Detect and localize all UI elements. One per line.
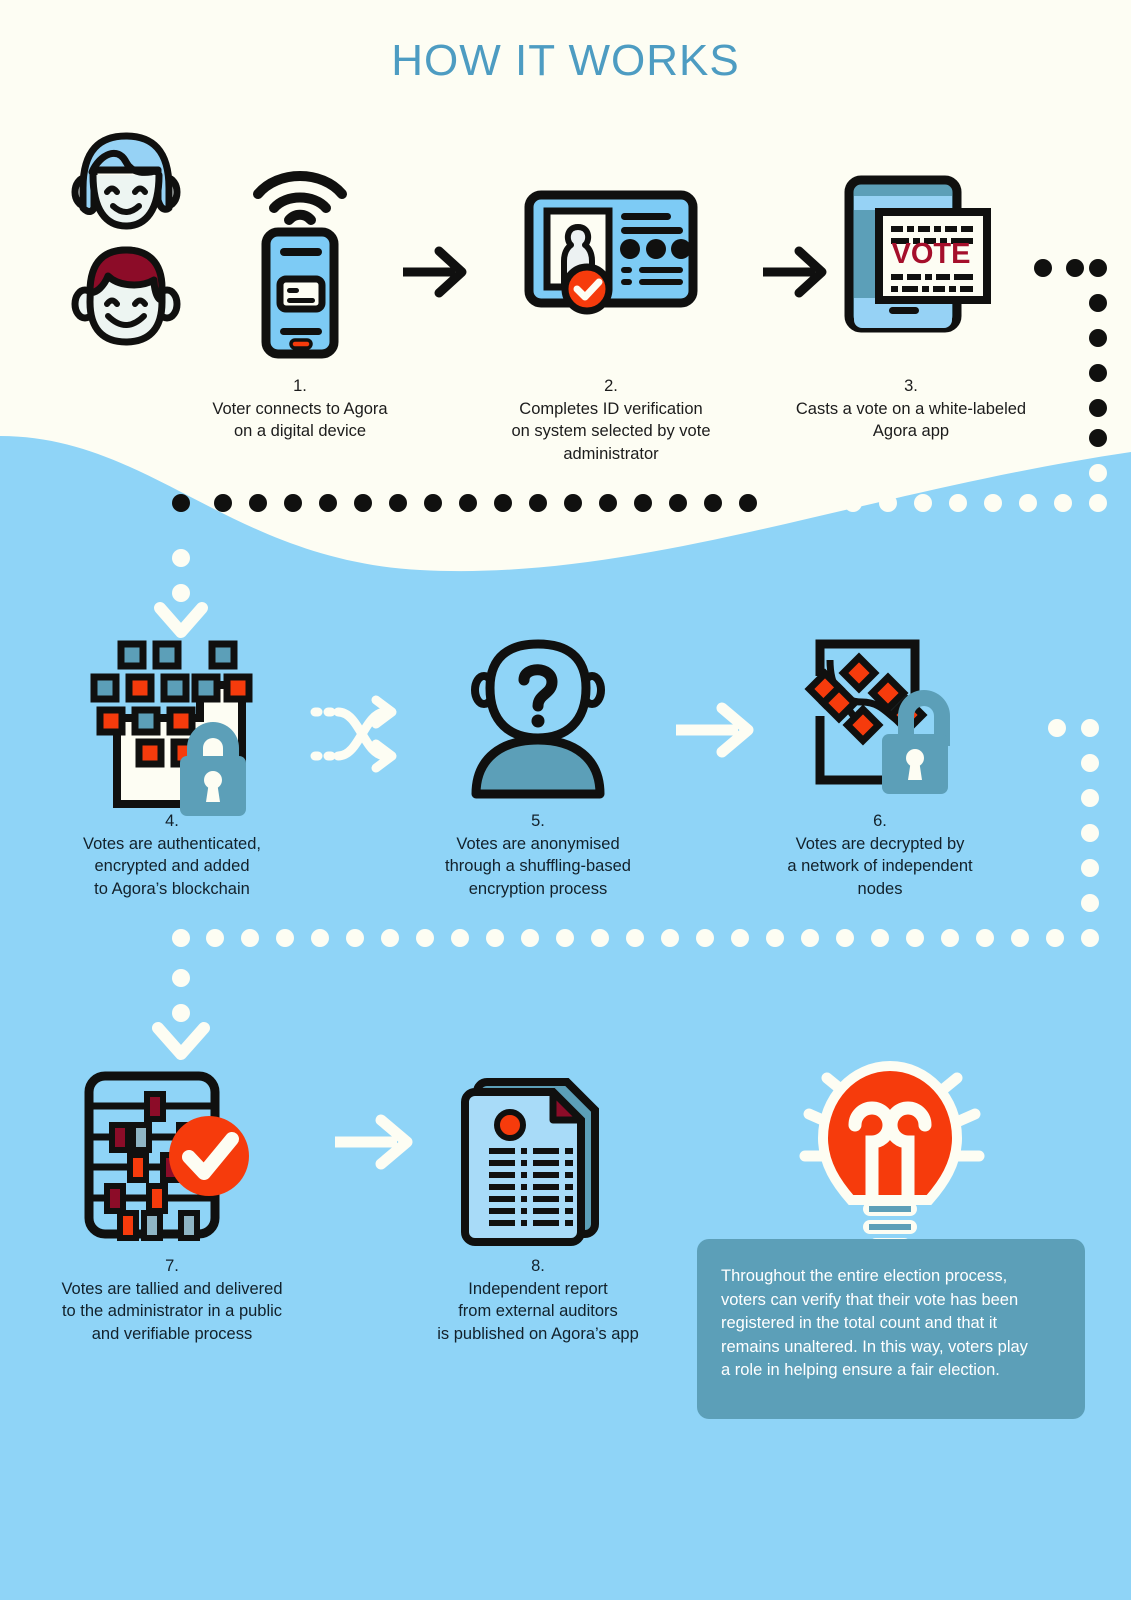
callout-line-5: a role in helping ensure a fair election… — [721, 1361, 1000, 1379]
step-7-number: 7. — [165, 1257, 179, 1275]
step-7-line-2: to the administrator in a public — [61, 1302, 283, 1320]
audit-report-icon — [461, 1077, 599, 1246]
lightbulb-icon — [799, 1060, 985, 1252]
step-7-line-1: Votes are tallied and delivered — [61, 1279, 283, 1298]
step-8-icon — [420, 1055, 656, 1255]
step-7-line-3: and verifiable process — [91, 1324, 253, 1343]
callout-line-2: voters can verify that their vote has be… — [721, 1290, 1019, 1309]
callout-box: Throughout the entire election process, … — [697, 1239, 1085, 1419]
step-8-line-3: is published on Agora’s app — [437, 1324, 639, 1343]
abacus-check-icon — [84, 1071, 249, 1241]
step-7-icon — [44, 1055, 300, 1255]
chevron-down-icon — [154, 602, 208, 638]
callout-line-1: Throughout the entire election process, — [721, 1267, 1008, 1285]
step-7-caption: 7. Votes are tallied and delivered to th… — [44, 1255, 300, 1345]
step-8-number: 8. — [531, 1257, 545, 1275]
page-title: HOW IT WORKS — [391, 36, 740, 85]
arrow-step-7-to-8 — [335, 1112, 419, 1172]
step-7: 7. Votes are tallied and delivered to th… — [44, 1055, 300, 1345]
step-8-line-1: Independent report — [468, 1279, 608, 1298]
step-8-caption: 8. Independent report from external audi… — [420, 1255, 656, 1345]
chevron-down-icon — [152, 1022, 210, 1060]
callout-line-4: remains unaltered. In this way, voters p… — [721, 1337, 1028, 1356]
lightbulb — [775, 1034, 1005, 1254]
step-8-line-2: from external auditors — [458, 1302, 618, 1320]
infographic-canvas: HOW IT WORKS 1. Voter connects to Agora … — [0, 0, 1131, 1600]
white-arrow-right-icon — [335, 1114, 413, 1170]
callout-line-3: registered in the total count and that i… — [721, 1314, 998, 1332]
dotted-path-row1-to-row2 — [154, 259, 1107, 638]
step-8: 8. Independent report from external audi… — [420, 1055, 656, 1345]
